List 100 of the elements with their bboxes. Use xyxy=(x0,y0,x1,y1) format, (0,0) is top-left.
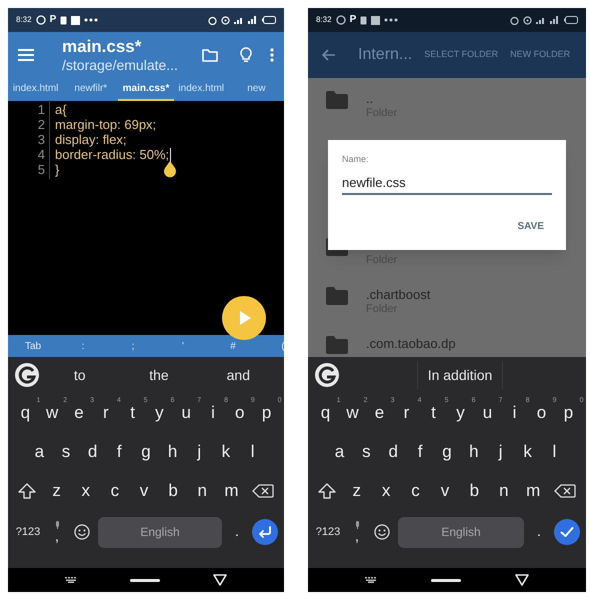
comma-label: , xyxy=(54,528,60,544)
key[interactable]: z xyxy=(344,474,369,506)
key[interactable]: h xyxy=(160,436,185,468)
line-number: 3 xyxy=(8,130,50,150)
logo-icon xyxy=(314,362,340,388)
run-button-icon[interactable] xyxy=(222,296,266,340)
key[interactable]: f xyxy=(408,436,432,468)
key[interactable]: m xyxy=(219,474,244,506)
suggestion[interactable]: In addition xyxy=(416,361,504,389)
period-key[interactable]: . xyxy=(528,520,550,544)
line-number: 2 xyxy=(8,114,50,134)
mic-icon xyxy=(54,520,60,528)
cursor-handle-icon[interactable] xyxy=(163,160,178,178)
key[interactable]: v xyxy=(132,474,156,506)
symbol-key[interactable]: Tab xyxy=(8,338,58,354)
name-field[interactable]: newfile.css xyxy=(342,172,552,195)
keyboard-icon[interactable] xyxy=(365,577,377,583)
comma-key[interactable]: , xyxy=(48,520,66,544)
space-bar[interactable]: English xyxy=(398,516,524,548)
symbols-key[interactable]: ?123 xyxy=(12,524,44,540)
signal-icon xyxy=(248,16,258,24)
code-line: margin-top: 69px; xyxy=(55,116,156,134)
folder-name: .chartboost xyxy=(366,287,430,304)
key[interactable]: n xyxy=(492,474,516,506)
more-dots-icon xyxy=(84,18,98,22)
line-number: 5 xyxy=(8,160,50,180)
key[interactable]: x xyxy=(374,474,398,506)
sim-card-icon xyxy=(60,16,68,24)
enter-key-icon[interactable] xyxy=(252,519,278,545)
key[interactable]: j xyxy=(488,436,513,468)
key[interactable]: m xyxy=(521,474,546,506)
key[interactable]: x xyxy=(74,474,98,506)
mic-icon xyxy=(354,520,360,528)
symbol-key[interactable]: ; xyxy=(108,338,158,354)
key[interactable]: l xyxy=(542,436,566,468)
hide-keyboard-icon[interactable] xyxy=(213,574,228,586)
key[interactable]: c xyxy=(404,474,428,506)
backspace-icon[interactable] xyxy=(554,484,576,498)
key[interactable]: v xyxy=(432,474,457,506)
shift-icon[interactable] xyxy=(318,482,336,498)
key[interactable]: n xyxy=(190,474,214,506)
code-line: display: flex; xyxy=(55,132,127,149)
status-time: 8:32 xyxy=(16,14,32,26)
key[interactable]: z xyxy=(44,474,69,506)
suggestion[interactable]: and xyxy=(198,361,278,389)
status-time: 8:32 xyxy=(316,14,332,26)
hotspot-icon xyxy=(221,16,230,24)
emoji-icon[interactable] xyxy=(374,524,390,540)
key[interactable]: a xyxy=(327,436,352,468)
backspace-icon[interactable] xyxy=(252,484,274,498)
battery-icon xyxy=(564,16,578,24)
key[interactable]: f xyxy=(107,436,132,468)
suggestion[interactable]: to xyxy=(40,361,120,389)
comma-key[interactable]: , xyxy=(348,520,366,544)
hide-keyboard-icon[interactable] xyxy=(515,574,529,586)
signal-icon xyxy=(550,16,560,24)
emoji-icon[interactable] xyxy=(74,524,90,540)
key[interactable]: s xyxy=(354,436,378,468)
home-pill-icon[interactable] xyxy=(431,578,461,582)
symbol-key[interactable]: ' xyxy=(158,338,208,354)
key[interactable]: a xyxy=(27,436,52,468)
period-key[interactable]: . xyxy=(226,520,248,544)
home-pill-icon[interactable] xyxy=(130,578,160,582)
key[interactable]: h xyxy=(462,436,486,468)
suggestion[interactable]: the xyxy=(119,361,199,389)
symbol-key[interactable]: # xyxy=(208,338,258,354)
space-bar[interactable]: English xyxy=(98,516,222,548)
key[interactable]: b xyxy=(462,474,486,506)
key[interactable]: s xyxy=(54,436,78,468)
folder-icon xyxy=(326,91,348,109)
notification-letter: P xyxy=(350,15,356,25)
key[interactable]: j xyxy=(187,436,212,468)
key[interactable]: d xyxy=(80,436,105,468)
comma-label: , xyxy=(354,528,360,544)
symbol-key[interactable]: : xyxy=(58,338,108,354)
signal-icon xyxy=(536,16,546,24)
key[interactable]: d xyxy=(381,436,406,468)
folder-name: .. xyxy=(366,91,374,108)
more-options-icon[interactable] xyxy=(270,48,274,62)
key[interactable]: b xyxy=(161,474,186,506)
keyboard-icon[interactable] xyxy=(64,577,77,583)
folder-icon[interactable] xyxy=(202,48,218,62)
check-icon[interactable] xyxy=(554,519,580,545)
signal-icon xyxy=(234,16,244,24)
key[interactable]: g xyxy=(434,436,459,468)
key[interactable]: l xyxy=(240,436,265,468)
back-arrow-icon[interactable] xyxy=(322,49,336,61)
field-label: Name: xyxy=(342,153,370,166)
key[interactable]: k xyxy=(214,436,238,468)
menu-icon[interactable] xyxy=(18,49,34,61)
logo-icon xyxy=(14,362,40,388)
save-button[interactable]: SAVE xyxy=(518,219,544,234)
folder-title: Intern... xyxy=(358,45,412,65)
key[interactable]: k xyxy=(516,436,540,468)
lightbulb-icon[interactable] xyxy=(240,47,252,63)
key[interactable]: g xyxy=(134,436,158,468)
shift-icon[interactable] xyxy=(18,482,36,498)
symbols-key[interactable]: ?123 xyxy=(312,524,344,540)
file-path: /storage/emulate... xyxy=(62,56,179,74)
key[interactable]: c xyxy=(102,474,127,506)
